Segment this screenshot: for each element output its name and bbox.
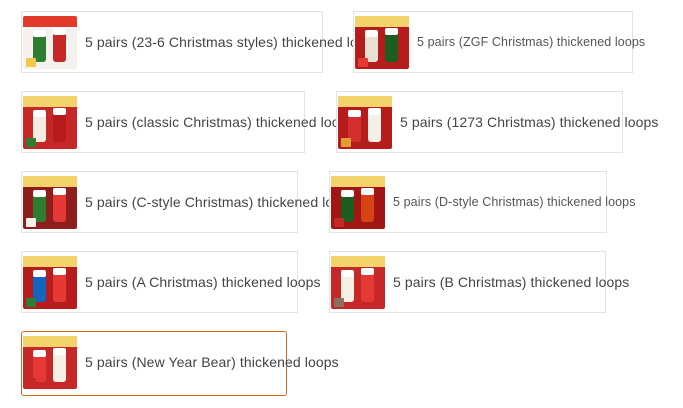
thumb-promo-band [355, 16, 409, 27]
sock-cuff-left [341, 190, 354, 197]
sock-cuff-right [368, 108, 381, 115]
sku-option-label: 5 pairs (classic Christmas) thickened lo… [85, 114, 355, 130]
sku-option-label: 5 pairs (A Christmas) thickened loops [85, 274, 321, 290]
sku-thumbnail-image [355, 16, 409, 69]
sku-option-c-style-christmas[interactable]: 5 pairs (C-style Christmas) thickened lo… [21, 171, 356, 233]
sku-option-new-year-bear[interactable]: 5 pairs (New Year Bear) thickened loops [21, 331, 339, 396]
gift-box-decoration [358, 58, 368, 67]
gift-box-decoration [26, 378, 36, 387]
sock-cuff-left [33, 190, 46, 197]
sku-option-23-6-christmas[interactable]: 5 pairs (23-6 Christmas styles) thickene… [21, 11, 381, 73]
sku-thumbnail-image [23, 96, 77, 149]
sock-cuff-left [341, 270, 354, 277]
sku-option-label: 5 pairs (1273 Christmas) thickened loops [400, 114, 659, 130]
gift-box-decoration [334, 298, 344, 307]
sku-option-classic-christmas[interactable]: 5 pairs (classic Christmas) thickened lo… [21, 91, 355, 153]
sock-cuff-right [53, 108, 66, 115]
sock-cuff-right [361, 188, 374, 195]
sock-cuff-right [361, 268, 374, 275]
sku-thumbnail-image [331, 256, 385, 309]
thumb-promo-band [338, 96, 392, 107]
sku-option-label: 5 pairs (New Year Bear) thickened loops [85, 354, 339, 370]
sock-cuff-right [53, 188, 66, 195]
sku-option-a-christmas[interactable]: 5 pairs (A Christmas) thickened loops [21, 251, 320, 313]
sku-thumbnail-image [338, 96, 392, 149]
thumb-promo-band [331, 176, 385, 187]
gift-box-decoration [341, 138, 351, 147]
sock-cuff-right [53, 348, 66, 355]
sku-option-d-style-christmas[interactable]: 5 pairs (D-style Christmas) thickened lo… [329, 171, 635, 233]
sock-cuff-right [53, 28, 66, 35]
gift-box-decoration [26, 138, 36, 147]
sku-option-label: 5 pairs (C-style Christmas) thickened lo… [85, 194, 357, 210]
sock-cuff-left [33, 350, 46, 357]
sku-option-zgf-christmas[interactable]: 5 pairs (ZGF Christmas) thickened loops [353, 11, 645, 73]
sku-option-1273-christmas[interactable]: 5 pairs (1273 Christmas) thickened loops [336, 91, 658, 153]
thumb-promo-band [23, 256, 77, 267]
sock-cuff-right [53, 268, 66, 275]
thumb-promo-band [23, 96, 77, 107]
gift-box-decoration [26, 58, 36, 67]
gift-box-decoration [26, 218, 36, 227]
thumb-promo-band [23, 336, 77, 347]
sku-thumbnail-image [23, 256, 77, 309]
thumb-promo-band [331, 256, 385, 267]
sock-cuff-left [365, 30, 378, 37]
sku-thumbnail-image [331, 176, 385, 229]
gift-box-decoration [26, 298, 36, 307]
sock-cuff-left [33, 30, 46, 37]
sku-option-label: 5 pairs (23-6 Christmas styles) thickene… [85, 34, 381, 50]
sock-cuff-right [385, 28, 398, 35]
sock-cuff-left [33, 110, 46, 117]
sku-thumbnail-image [23, 176, 77, 229]
sku-thumbnail-image [23, 336, 77, 389]
sku-thumbnail-image [23, 16, 77, 69]
sock-cuff-left [33, 270, 46, 277]
sku-option-label: 5 pairs (ZGF Christmas) thickened loops [417, 35, 646, 49]
thumb-promo-band [23, 16, 77, 27]
gift-box-decoration [334, 218, 344, 227]
sku-option-label: 5 pairs (B Christmas) thickened loops [393, 274, 630, 290]
sock-cuff-left [348, 110, 361, 117]
sku-option-label: 5 pairs (D-style Christmas) thickened lo… [393, 195, 636, 209]
sku-option-b-christmas[interactable]: 5 pairs (B Christmas) thickened loops [329, 251, 629, 313]
thumb-promo-band [23, 176, 77, 187]
